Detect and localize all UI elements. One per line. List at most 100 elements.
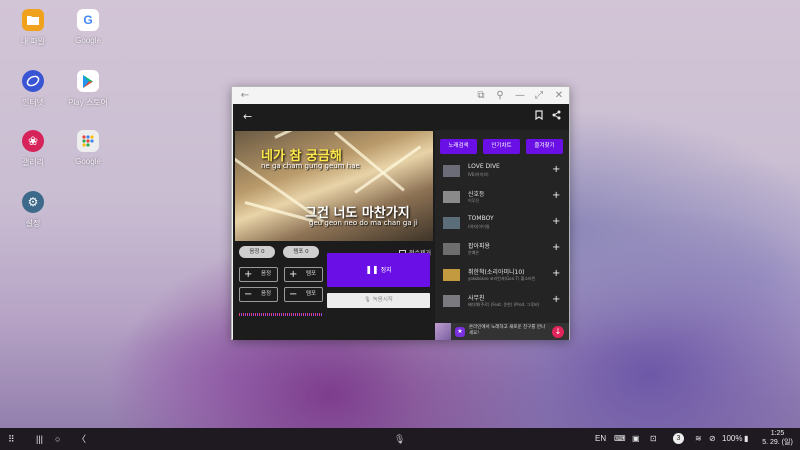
tempo-up-label: 템포 <box>306 271 317 277</box>
download-icon[interactable]: ↓ <box>552 326 564 338</box>
stop-button[interactable]: ❚❚ 정지 <box>327 253 430 287</box>
screen-recorder-icon[interactable]: ⊡ <box>650 428 657 450</box>
song-thumbnail <box>443 269 460 281</box>
desktop-icon-google[interactable]: G Google <box>58 9 118 45</box>
song-list-item[interactable]: 팝아피용 안예은 + <box>440 240 566 260</box>
song-list-item[interactable]: 신호등 이무진 + <box>440 188 566 208</box>
add-song-icon[interactable]: + <box>552 190 560 202</box>
add-song-icon[interactable]: + <box>552 242 560 254</box>
app-logo-icon: ★ <box>455 327 465 337</box>
song-artist: yokobiano 코리언셔(Gon.T) 황소비린 <box>468 276 536 281</box>
back-arrow-icon[interactable]: ← <box>238 89 252 102</box>
minus-icon: − <box>244 289 253 300</box>
clock-date: 5. 29. (일) <box>762 439 793 446</box>
bookmark-icon[interactable] <box>535 110 543 124</box>
song-title: LOVE DIVE <box>468 163 500 170</box>
add-song-icon[interactable]: + <box>552 294 560 306</box>
recent-apps-icon[interactable]: ||| <box>36 428 43 450</box>
tempo-down-label: 템포 <box>306 291 317 297</box>
desktop-icon-label: 내 파일 <box>20 37 46 46</box>
tempo-down-button[interactable]: − 템포 <box>284 287 323 302</box>
maximize-icon[interactable]: ⤢ <box>532 89 546 102</box>
song-artist: (여자)아이들 <box>468 224 490 229</box>
back-arrow-icon[interactable]: ← <box>243 110 252 124</box>
battery-icon: ▮ <box>744 434 749 443</box>
desktop-icon-google-folder[interactable]: Google <box>58 130 118 166</box>
app-header: ← <box>233 104 569 130</box>
song-thumbnail <box>443 217 460 229</box>
app-drawer-icon[interactable]: ⠿ <box>8 428 15 450</box>
close-icon[interactable]: ✕ <box>552 89 566 102</box>
song-list-item[interactable]: TOMBOY (여자)아이들 + <box>440 214 566 234</box>
banner-text: 온라인에서 노래하고 새로운 친구를 만나세요! <box>469 325 546 336</box>
share-icon[interactable] <box>552 110 561 124</box>
desktop-icon-gallery[interactable]: ❀ 갤러리 <box>3 130 63 168</box>
desktop-icon-internet[interactable]: 인터넷 <box>3 70 63 108</box>
microphone-icon: 🎙 <box>364 297 371 303</box>
add-song-icon[interactable]: + <box>552 164 560 176</box>
song-thumbnail <box>443 243 460 255</box>
google-icon: G <box>77 9 99 31</box>
pitch-up-button[interactable]: + 음정 <box>239 267 278 282</box>
home-icon[interactable]: ○ <box>55 428 60 450</box>
song-title: 신호등 <box>468 191 485 198</box>
karaoke-video[interactable]: 네가 참 궁금해 ne ga cham gung geum hae 그건 너도 … <box>235 131 433 241</box>
add-song-icon[interactable]: + <box>552 216 560 228</box>
song-artist: 안예은 <box>468 250 480 255</box>
pitch-up-label: 음정 <box>261 271 272 277</box>
plus-icon: + <box>289 269 298 280</box>
clock[interactable]: 1:25 5. 29. (일) <box>755 429 800 447</box>
capture-icon[interactable]: ▣ <box>632 428 640 450</box>
pin-icon[interactable]: ⚲ <box>493 89 507 102</box>
folder-icon <box>22 9 44 31</box>
mute-icon[interactable]: ⊘ <box>709 428 716 450</box>
microphone-icon[interactable]: 🎙 <box>394 428 405 450</box>
desktop-icon-my-files[interactable]: 내 파일 <box>3 9 63 47</box>
song-artist: 배다해(주로) (Feat. 윤한) (Prod. 그루비) <box>468 302 540 307</box>
audio-level-meter <box>239 313 322 316</box>
pitch-down-button[interactable]: − 음정 <box>239 287 278 302</box>
song-list-item[interactable]: LOVE DIVE IVE(아이브) + <box>440 162 566 182</box>
notification-count-badge[interactable]: 3 <box>673 433 684 444</box>
lyric-line-1-romanization: ne ga cham gung geum hae <box>261 162 360 170</box>
tempo-value-pill: 템포 0 <box>283 246 319 258</box>
tab-favorites[interactable]: 즐겨찾기 <box>526 139 563 154</box>
desktop-icon-label: 갤러리 <box>21 158 45 167</box>
record-button[interactable]: 🎙 녹음시작 <box>327 293 430 308</box>
wifi-icon[interactable]: ≋ <box>695 428 702 450</box>
internet-icon <box>22 70 44 92</box>
battery-level[interactable]: 100% <box>722 428 742 450</box>
keyboard-icon[interactable]: ⌨ <box>614 428 626 450</box>
tab-song-search[interactable]: 노래검색 <box>440 139 477 154</box>
minimize-icon[interactable]: — <box>513 89 527 102</box>
clock-time: 1:25 <box>770 430 785 437</box>
song-list-item[interactable]: 사무친 배다해(주로) (Feat. 윤한) (Prod. 그루비) + <box>440 292 566 312</box>
song-title: TOMBOY <box>468 215 494 222</box>
song-title: 사무친 <box>468 295 485 302</box>
copy-icon[interactable]: ⧉ <box>474 89 488 102</box>
play-store-icon <box>77 70 99 92</box>
desktop-icon-settings[interactable]: ⚙ 설정 <box>3 191 63 229</box>
song-panel: 노래검색 인기차트 즐겨찾기 LOVE DIVE IVE(아이브) + 신호등 … <box>435 130 569 340</box>
banner-image <box>435 323 451 340</box>
promo-banner[interactable]: ★ 온라인에서 노래하고 새로운 친구를 만나세요! ↓ <box>435 323 569 340</box>
gallery-icon: ❀ <box>22 130 44 152</box>
settings-icon: ⚙ <box>22 191 44 213</box>
pitch-value-pill: 음정 0 <box>239 246 275 258</box>
window-titlebar[interactable]: ← ⧉ ⚲ — ⤢ ✕ <box>232 87 569 104</box>
lyric-line-2-romanization: geu geon neo do ma chan ga ji <box>309 219 418 227</box>
tab-popular-chart[interactable]: 인기차트 <box>483 139 520 154</box>
karaoke-app: ← 네가 참 궁금해 ne ga cham gung geum hae 그건 너… <box>233 104 569 340</box>
desktop-icon-play-store[interactable]: Play 스토어 <box>58 70 118 108</box>
song-list-item[interactable]: 취한척(소리아미니10) yokobiano 코리언셔(Gon.T) 황소비린 … <box>440 266 566 286</box>
desktop-icon-label: Play 스토어 <box>68 98 108 107</box>
language-indicator[interactable]: EN <box>595 428 606 450</box>
add-song-icon[interactable]: + <box>552 268 560 280</box>
minus-icon: − <box>289 289 298 300</box>
tempo-up-button[interactable]: + 템포 <box>284 267 323 282</box>
back-icon[interactable]: 〈 <box>77 428 86 450</box>
desktop-icon-label: Google <box>75 157 101 166</box>
app-window: ← ⧉ ⚲ — ⤢ ✕ ← 네가 참 궁금해 ne ga cham gung g… <box>231 86 570 340</box>
stop-label: 정지 <box>380 267 392 274</box>
desktop-icon-label: 인터넷 <box>21 98 45 107</box>
